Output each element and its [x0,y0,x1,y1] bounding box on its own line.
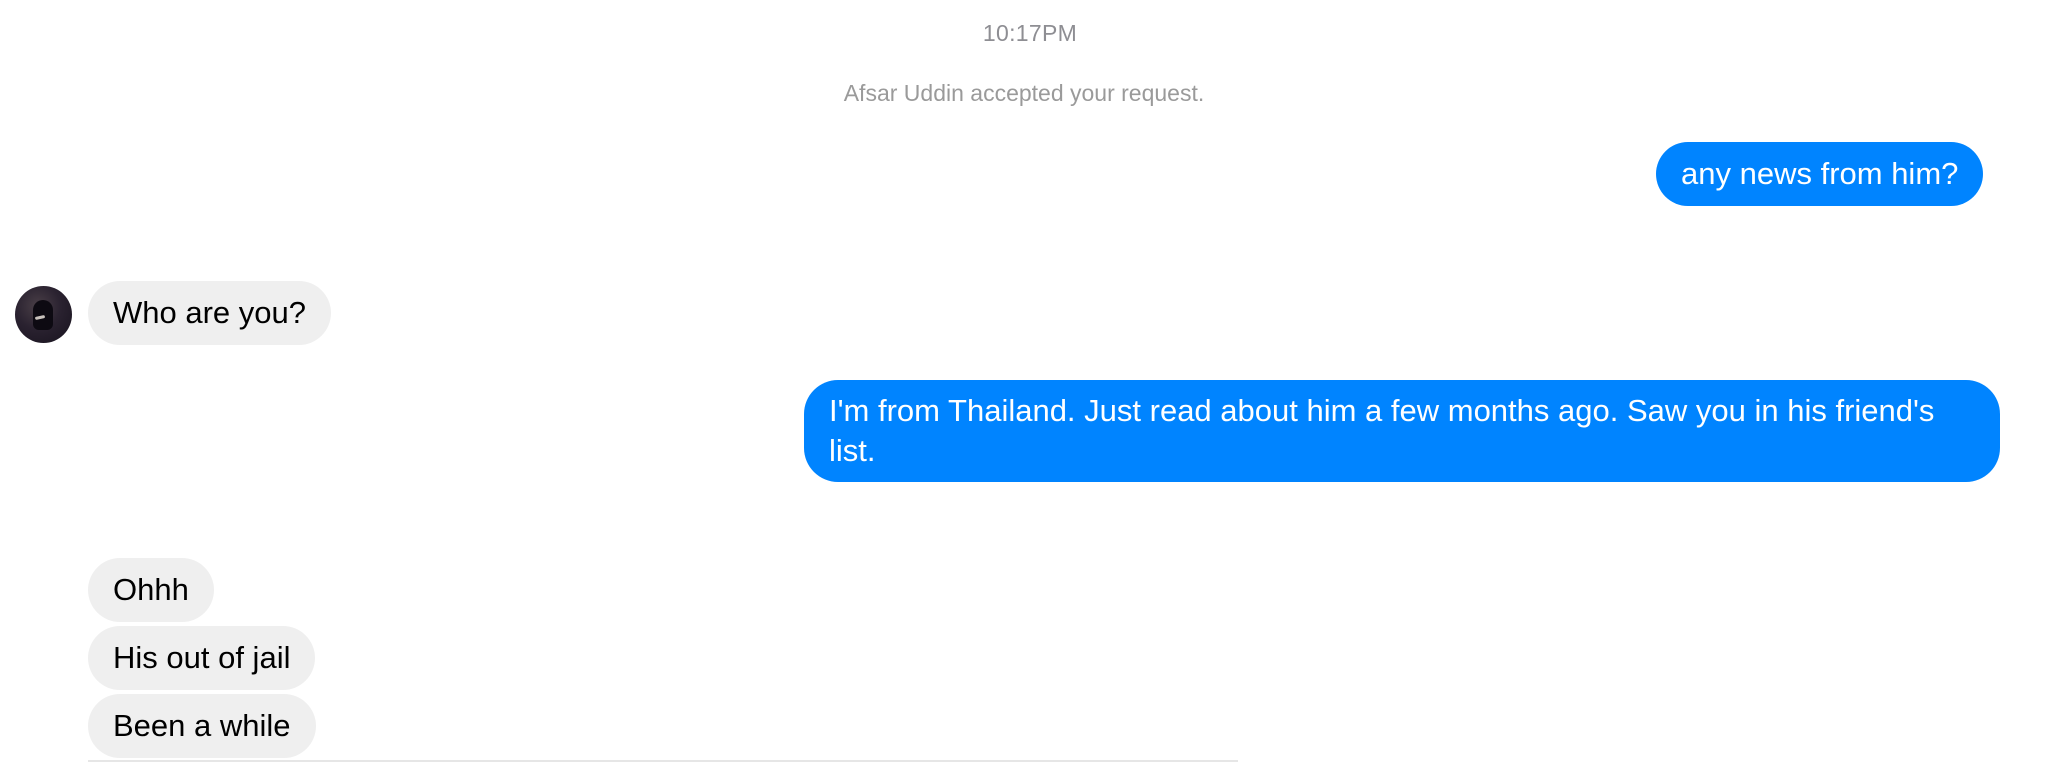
outgoing-message-bubble[interactable]: any news from him? [1656,142,1984,206]
incoming-message-bubble[interactable]: His out of jail [88,626,316,690]
incoming-message-bubble[interactable]: Been a while [88,694,316,758]
contact-avatar[interactable] [15,286,72,343]
system-message: Afsar Uddin accepted your request. [843,80,1205,106]
message-thread: 10:17PM Afsar Uddin accepted your reques… [0,0,2048,762]
incoming-message-bubble[interactable]: Ohhh [88,558,214,622]
incoming-message-bubble[interactable]: Who are you? [88,281,331,345]
message-timestamp: 10:17PM [982,20,1078,46]
outgoing-message-bubble[interactable]: I'm from Thailand. Just read about him a… [804,380,2000,482]
